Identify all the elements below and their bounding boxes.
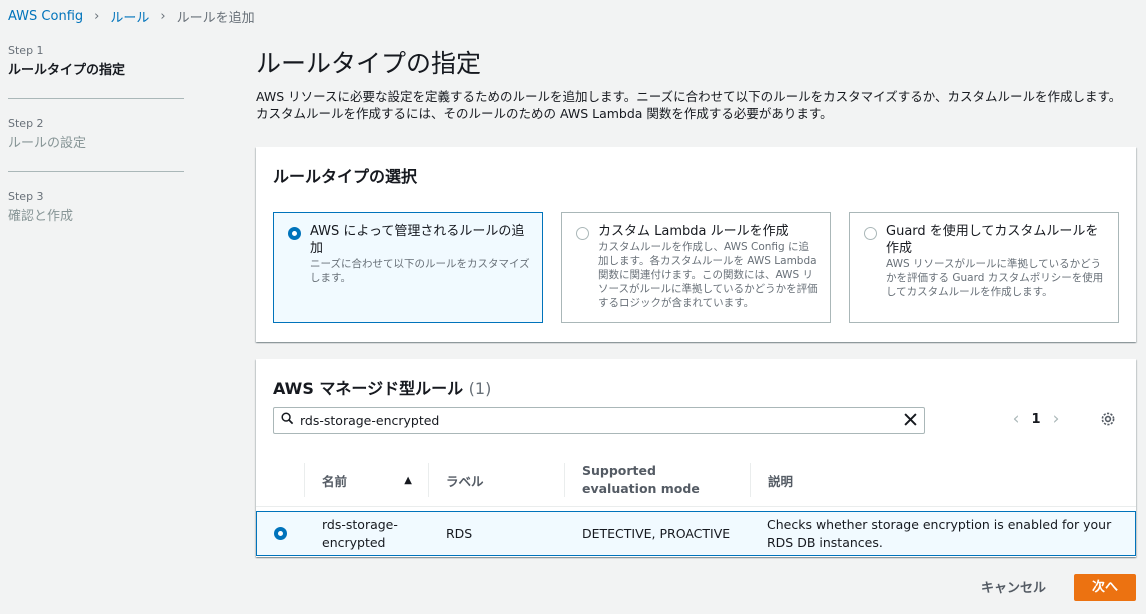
rule-label: RDS [446,526,473,541]
breadcrumb-current: ルールを追加 [176,11,255,26]
table-header: 名前 ▲ ラベル Supported evaluation mode 説明 [256,451,1136,507]
chevron-right-icon: › [94,9,100,24]
step-title: ルールの設定 [8,136,87,151]
close-icon[interactable] [896,410,924,431]
search-icon [274,412,300,429]
tile-guard-custom-rule[interactable]: Guard を使用してカスタムルールを作成 AWS リソースがルールに準拠してい… [849,212,1119,323]
managed-rules-panel: AWS マネージド型ルール (1) ‹ 1 › 名前 ▲ ラベル Support… [256,359,1136,557]
column-header-evaluation-mode: Supported evaluation mode [564,463,750,497]
search-box [273,407,925,434]
rule-name: rds-storage-encrypted [322,517,398,550]
column-label: ラベル [446,473,484,489]
column-header-name[interactable]: 名前 ▲ [304,463,428,497]
table-row[interactable]: rds-storage-encrypted RDS DETECTIVE, PRO… [256,511,1136,556]
tile-aws-managed-rule[interactable]: AWS によって管理されるルールの追加 ニーズに合わせて以下のルールをカスタマイ… [273,212,543,323]
tile-description: カスタムルールを作成し、AWS Config に追加します。各カスタムルールを … [598,241,818,309]
column-label: Supported evaluation mode [582,463,700,496]
column-label: 説明 [768,473,794,489]
chevron-left-icon[interactable]: ‹ [1006,409,1026,429]
breadcrumb-rules-link[interactable]: ルール [110,7,149,26]
column-header-description: 説明 [750,463,1136,497]
radio-selected-icon[interactable] [288,227,301,240]
step-number: Step 3 [8,190,44,203]
tile-description: AWS リソースがルールに準拠しているかどうかを評価する Guard カスタムポ… [886,258,1104,298]
chevron-right-icon: › [160,9,166,24]
rule-count: (1) [468,379,492,398]
sort-ascending-icon[interactable]: ▲ [404,475,412,486]
select-column-header [256,463,304,497]
radio-selected-icon[interactable] [274,527,287,540]
tile-description: ニーズに合わせて以下のルールをカスタマイズします。 [310,258,530,284]
step-title: 確認と作成 [8,209,74,224]
gear-icon[interactable] [1099,411,1117,429]
step-number: Step 2 [8,117,44,130]
pagination: ‹ 1 › [1006,409,1066,429]
rule-evaluation-mode: DETECTIVE, PROACTIVE [582,526,731,541]
step-title: ルールタイプの指定 [8,63,126,78]
rule-type-panel: ルールタイプの選択 AWS によって管理されるルールの追加 ニーズに合わせて以下… [256,147,1136,342]
cancel-button[interactable]: キャンセル [979,577,1048,601]
rule-type-heading: ルールタイプの選択 [273,167,418,186]
page-description: AWS リソースに必要な設定を定義するためのルールを追加します。ニーズに合わせて… [256,88,1136,122]
step-1: Step 1 ルールタイプの指定 [8,44,184,99]
next-button[interactable]: 次へ [1074,574,1136,601]
chevron-right-icon[interactable]: › [1046,409,1066,429]
tile-custom-lambda-rule[interactable]: カスタム Lambda ルールを作成 カスタムルールを作成し、AWS Confi… [561,212,831,323]
tile-title: Guard を使用してカスタムルールを作成 [886,224,1099,256]
step-3: Step 3 確認と作成 [8,190,184,244]
managed-rules-heading: AWS マネージド型ルール (1) [273,375,491,399]
description-line-2: カスタムルールを作成するには、そのルールのための AWS Lambda 関数を作… [256,106,833,121]
breadcrumb: AWS Config › ルール › ルールを追加 [8,7,255,26]
column-header-label: ラベル [428,463,564,497]
radio-unselected-icon[interactable] [864,227,877,240]
radio-unselected-icon[interactable] [576,227,589,240]
search-input[interactable] [300,413,896,428]
tile-title: カスタム Lambda ルールを作成 [598,224,789,239]
managed-rules-title: AWS マネージド型ルール [273,379,464,398]
step-number: Step 1 [8,44,44,57]
column-label: 名前 [322,473,348,489]
wizard-steps: Step 1 ルールタイプの指定 Step 2 ルールの設定 Step 3 確認… [8,44,184,262]
breadcrumb-aws-config-link[interactable]: AWS Config [8,9,83,24]
page-title: ルールタイプの指定 [256,49,482,78]
page-number[interactable]: 1 [1026,412,1046,427]
rule-description: Checks whether storage encryption is ena… [767,517,1112,550]
tile-title: AWS によって管理されるルールの追加 [310,224,525,256]
description-line-1: AWS リソースに必要な設定を定義するためのルールを追加します。ニーズに合わせて… [256,89,1122,104]
step-2: Step 2 ルールの設定 [8,117,184,172]
